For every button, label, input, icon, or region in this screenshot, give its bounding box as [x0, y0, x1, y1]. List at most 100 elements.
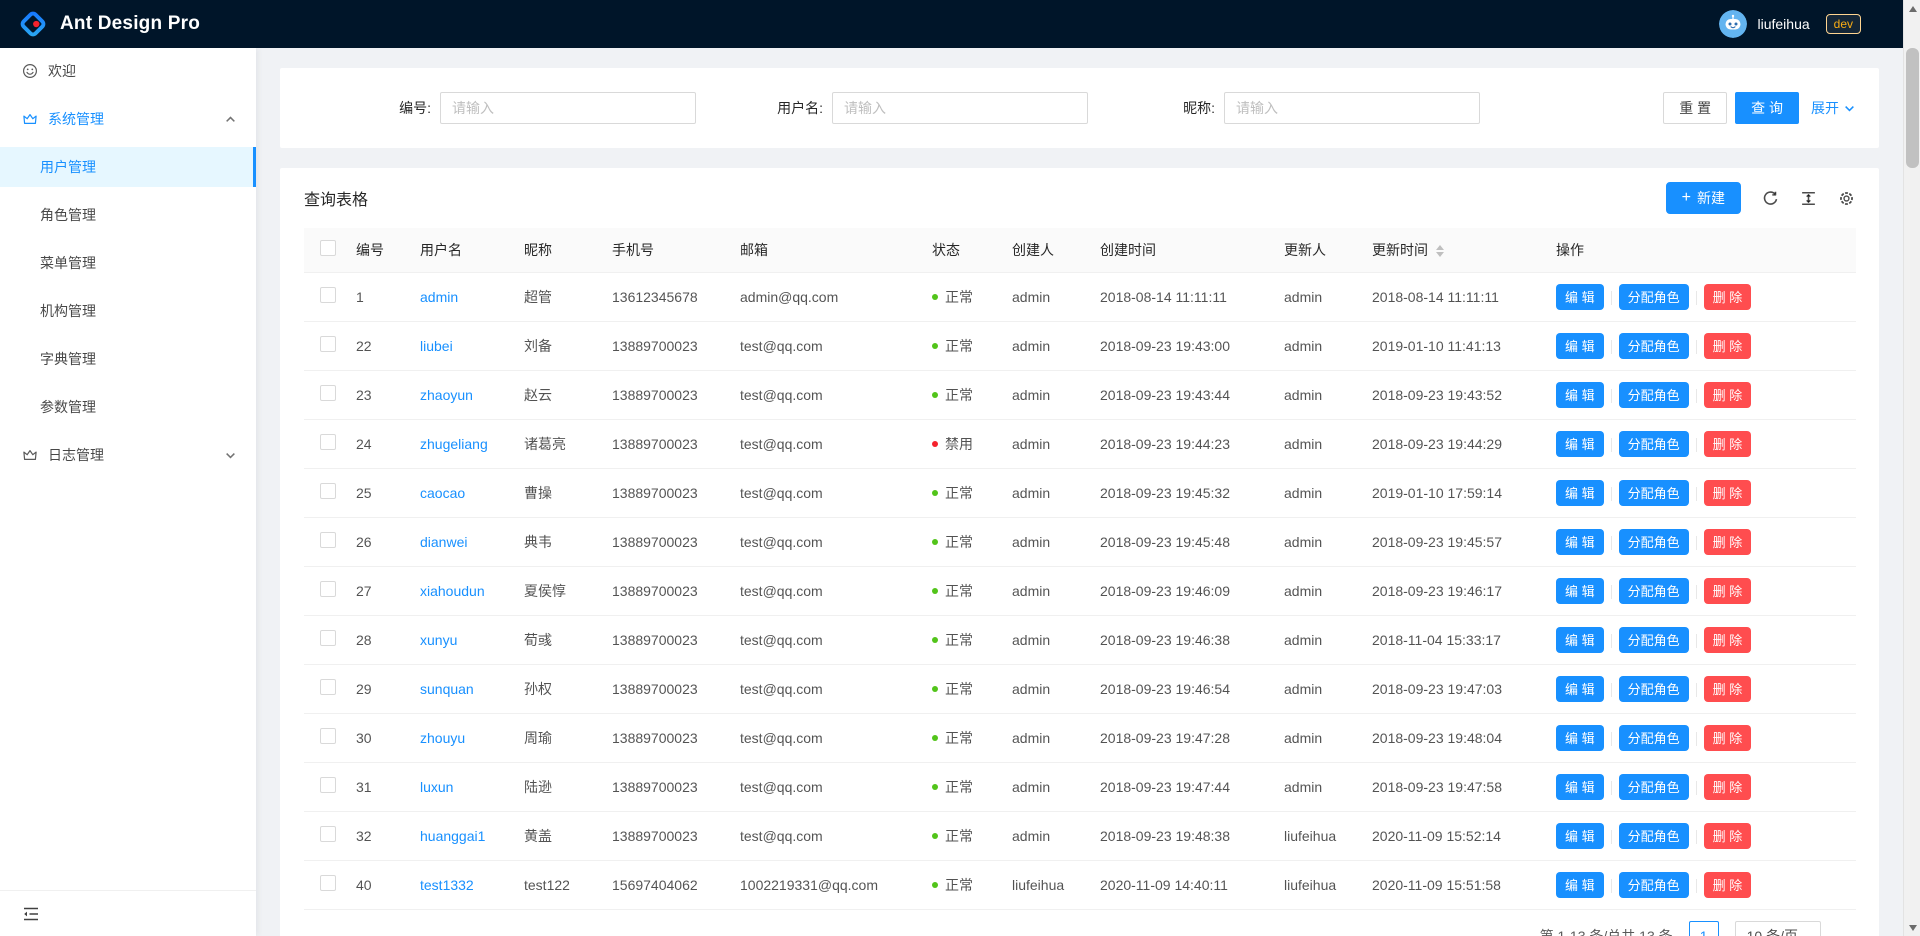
delete-button[interactable]: 删 除	[1704, 627, 1752, 653]
edit-button[interactable]: 编 辑	[1556, 872, 1604, 898]
search-button[interactable]: 查 询	[1735, 92, 1799, 124]
username-link[interactable]: zhaoyun	[420, 387, 473, 403]
username-link[interactable]: zhouyu	[420, 730, 465, 746]
assign-role-button[interactable]: 分配角色	[1619, 431, 1689, 457]
delete-button[interactable]: 删 除	[1704, 725, 1752, 751]
window-scrollbar[interactable]	[1903, 0, 1920, 936]
edit-button[interactable]: 编 辑	[1556, 431, 1604, 457]
edit-button[interactable]: 编 辑	[1556, 382, 1604, 408]
sorter-icon[interactable]	[1436, 245, 1444, 257]
row-checkbox[interactable]	[320, 728, 336, 744]
sidebar-item-2-用户管理[interactable]: 用户管理	[0, 147, 256, 187]
select-all-checkbox[interactable]	[320, 240, 336, 256]
delete-button[interactable]: 删 除	[1704, 431, 1752, 457]
delete-button[interactable]: 删 除	[1704, 382, 1752, 408]
sidebar-item-7-参数管理[interactable]: 参数管理	[0, 387, 256, 427]
row-checkbox[interactable]	[320, 336, 336, 352]
username-link[interactable]: xiahoudun	[420, 583, 485, 599]
username-link[interactable]: zhugeliang	[420, 436, 488, 452]
assign-role-button[interactable]: 分配角色	[1619, 774, 1689, 800]
user-avatar[interactable]	[1719, 10, 1747, 38]
edit-button[interactable]: 编 辑	[1556, 284, 1604, 310]
username-link[interactable]: huanggai1	[420, 828, 485, 844]
row-checkbox[interactable]	[320, 287, 336, 303]
row-checkbox[interactable]	[320, 630, 336, 646]
page-size-select[interactable]: 10 条/页	[1735, 921, 1821, 936]
sidebar-item-5-机构管理[interactable]: 机构管理	[0, 291, 256, 331]
assign-role-button[interactable]: 分配角色	[1619, 676, 1689, 702]
row-checkbox[interactable]	[320, 679, 336, 695]
assign-role-button[interactable]: 分配角色	[1619, 627, 1689, 653]
scrollbar-thumb[interactable]	[1906, 48, 1919, 168]
sidebar-item-0-欢迎[interactable]: 欢迎	[0, 51, 256, 91]
scroll-down-arrow[interactable]	[1904, 919, 1920, 936]
assign-role-button[interactable]: 分配角色	[1619, 872, 1689, 898]
assign-role-button[interactable]: 分配角色	[1619, 529, 1689, 555]
row-checkbox[interactable]	[320, 581, 336, 597]
sidebar-item-4-菜单管理[interactable]: 菜单管理	[0, 243, 256, 283]
edit-button[interactable]: 编 辑	[1556, 725, 1604, 751]
username-link[interactable]: liubei	[420, 338, 453, 354]
username-link[interactable]: luxun	[420, 779, 453, 795]
scroll-up-arrow[interactable]	[1904, 0, 1920, 17]
search-input-2[interactable]	[1224, 92, 1480, 124]
row-checkbox[interactable]	[320, 385, 336, 401]
row-checkbox[interactable]	[320, 483, 336, 499]
status-dot-icon	[932, 686, 938, 692]
delete-button[interactable]: 删 除	[1704, 578, 1752, 604]
assign-role-button[interactable]: 分配角色	[1619, 480, 1689, 506]
delete-button[interactable]: 删 除	[1704, 676, 1752, 702]
row-create-time: 2018-09-23 19:44:23	[1100, 436, 1230, 452]
edit-button[interactable]: 编 辑	[1556, 823, 1604, 849]
settings-icon[interactable]	[1838, 190, 1855, 207]
row-checkbox[interactable]	[320, 777, 336, 793]
assign-role-button[interactable]: 分配角色	[1619, 725, 1689, 751]
row-checkbox[interactable]	[320, 434, 336, 450]
density-icon[interactable]	[1800, 190, 1817, 207]
expand-link[interactable]: 展开	[1811, 98, 1855, 118]
username-link[interactable]: admin	[420, 289, 458, 305]
edit-button[interactable]: 编 辑	[1556, 578, 1604, 604]
user-name[interactable]: liufeihua	[1757, 16, 1809, 32]
delete-button[interactable]: 删 除	[1704, 823, 1752, 849]
assign-role-button[interactable]: 分配角色	[1619, 284, 1689, 310]
row-update-time: 2018-11-04 15:33:17	[1372, 632, 1501, 648]
menu-fold-icon[interactable]	[22, 905, 40, 923]
username-link[interactable]: sunquan	[420, 681, 474, 697]
edit-button[interactable]: 编 辑	[1556, 676, 1604, 702]
reload-icon[interactable]	[1762, 190, 1779, 207]
username-link[interactable]: test1332	[420, 877, 474, 893]
search-input-1[interactable]	[832, 92, 1088, 124]
pagination-page-1[interactable]: 1	[1689, 921, 1719, 936]
logo-area[interactable]: Ant Design Pro	[18, 9, 200, 39]
row-checkbox[interactable]	[320, 826, 336, 842]
sidebar-item-1-系统管理[interactable]: 系统管理	[0, 99, 256, 139]
assign-role-button[interactable]: 分配角色	[1619, 333, 1689, 359]
delete-button[interactable]: 删 除	[1704, 480, 1752, 506]
reset-button[interactable]: 重 置	[1663, 92, 1727, 124]
username-link[interactable]: dianwei	[420, 534, 467, 550]
delete-button[interactable]: 删 除	[1704, 774, 1752, 800]
username-link[interactable]: xunyu	[420, 632, 457, 648]
sidebar-item-3-角色管理[interactable]: 角色管理	[0, 195, 256, 235]
edit-button[interactable]: 编 辑	[1556, 774, 1604, 800]
delete-button[interactable]: 删 除	[1704, 333, 1752, 359]
assign-role-button[interactable]: 分配角色	[1619, 382, 1689, 408]
assign-role-button[interactable]: 分配角色	[1619, 578, 1689, 604]
edit-button[interactable]: 编 辑	[1556, 529, 1604, 555]
edit-button[interactable]: 编 辑	[1556, 627, 1604, 653]
row-checkbox[interactable]	[320, 875, 336, 891]
edit-button[interactable]: 编 辑	[1556, 333, 1604, 359]
sidebar-item-6-字典管理[interactable]: 字典管理	[0, 339, 256, 379]
delete-button[interactable]: 删 除	[1704, 284, 1752, 310]
cell-nickname: 曹操	[516, 468, 604, 517]
username-link[interactable]: caocao	[420, 485, 465, 501]
delete-button[interactable]: 删 除	[1704, 529, 1752, 555]
row-checkbox[interactable]	[320, 532, 336, 548]
sidebar-item-8-日志管理[interactable]: 日志管理	[0, 435, 256, 475]
delete-button[interactable]: 删 除	[1704, 872, 1752, 898]
assign-role-button[interactable]: 分配角色	[1619, 823, 1689, 849]
search-input-0[interactable]	[440, 92, 696, 124]
new-button[interactable]: + 新建	[1666, 182, 1741, 214]
edit-button[interactable]: 编 辑	[1556, 480, 1604, 506]
